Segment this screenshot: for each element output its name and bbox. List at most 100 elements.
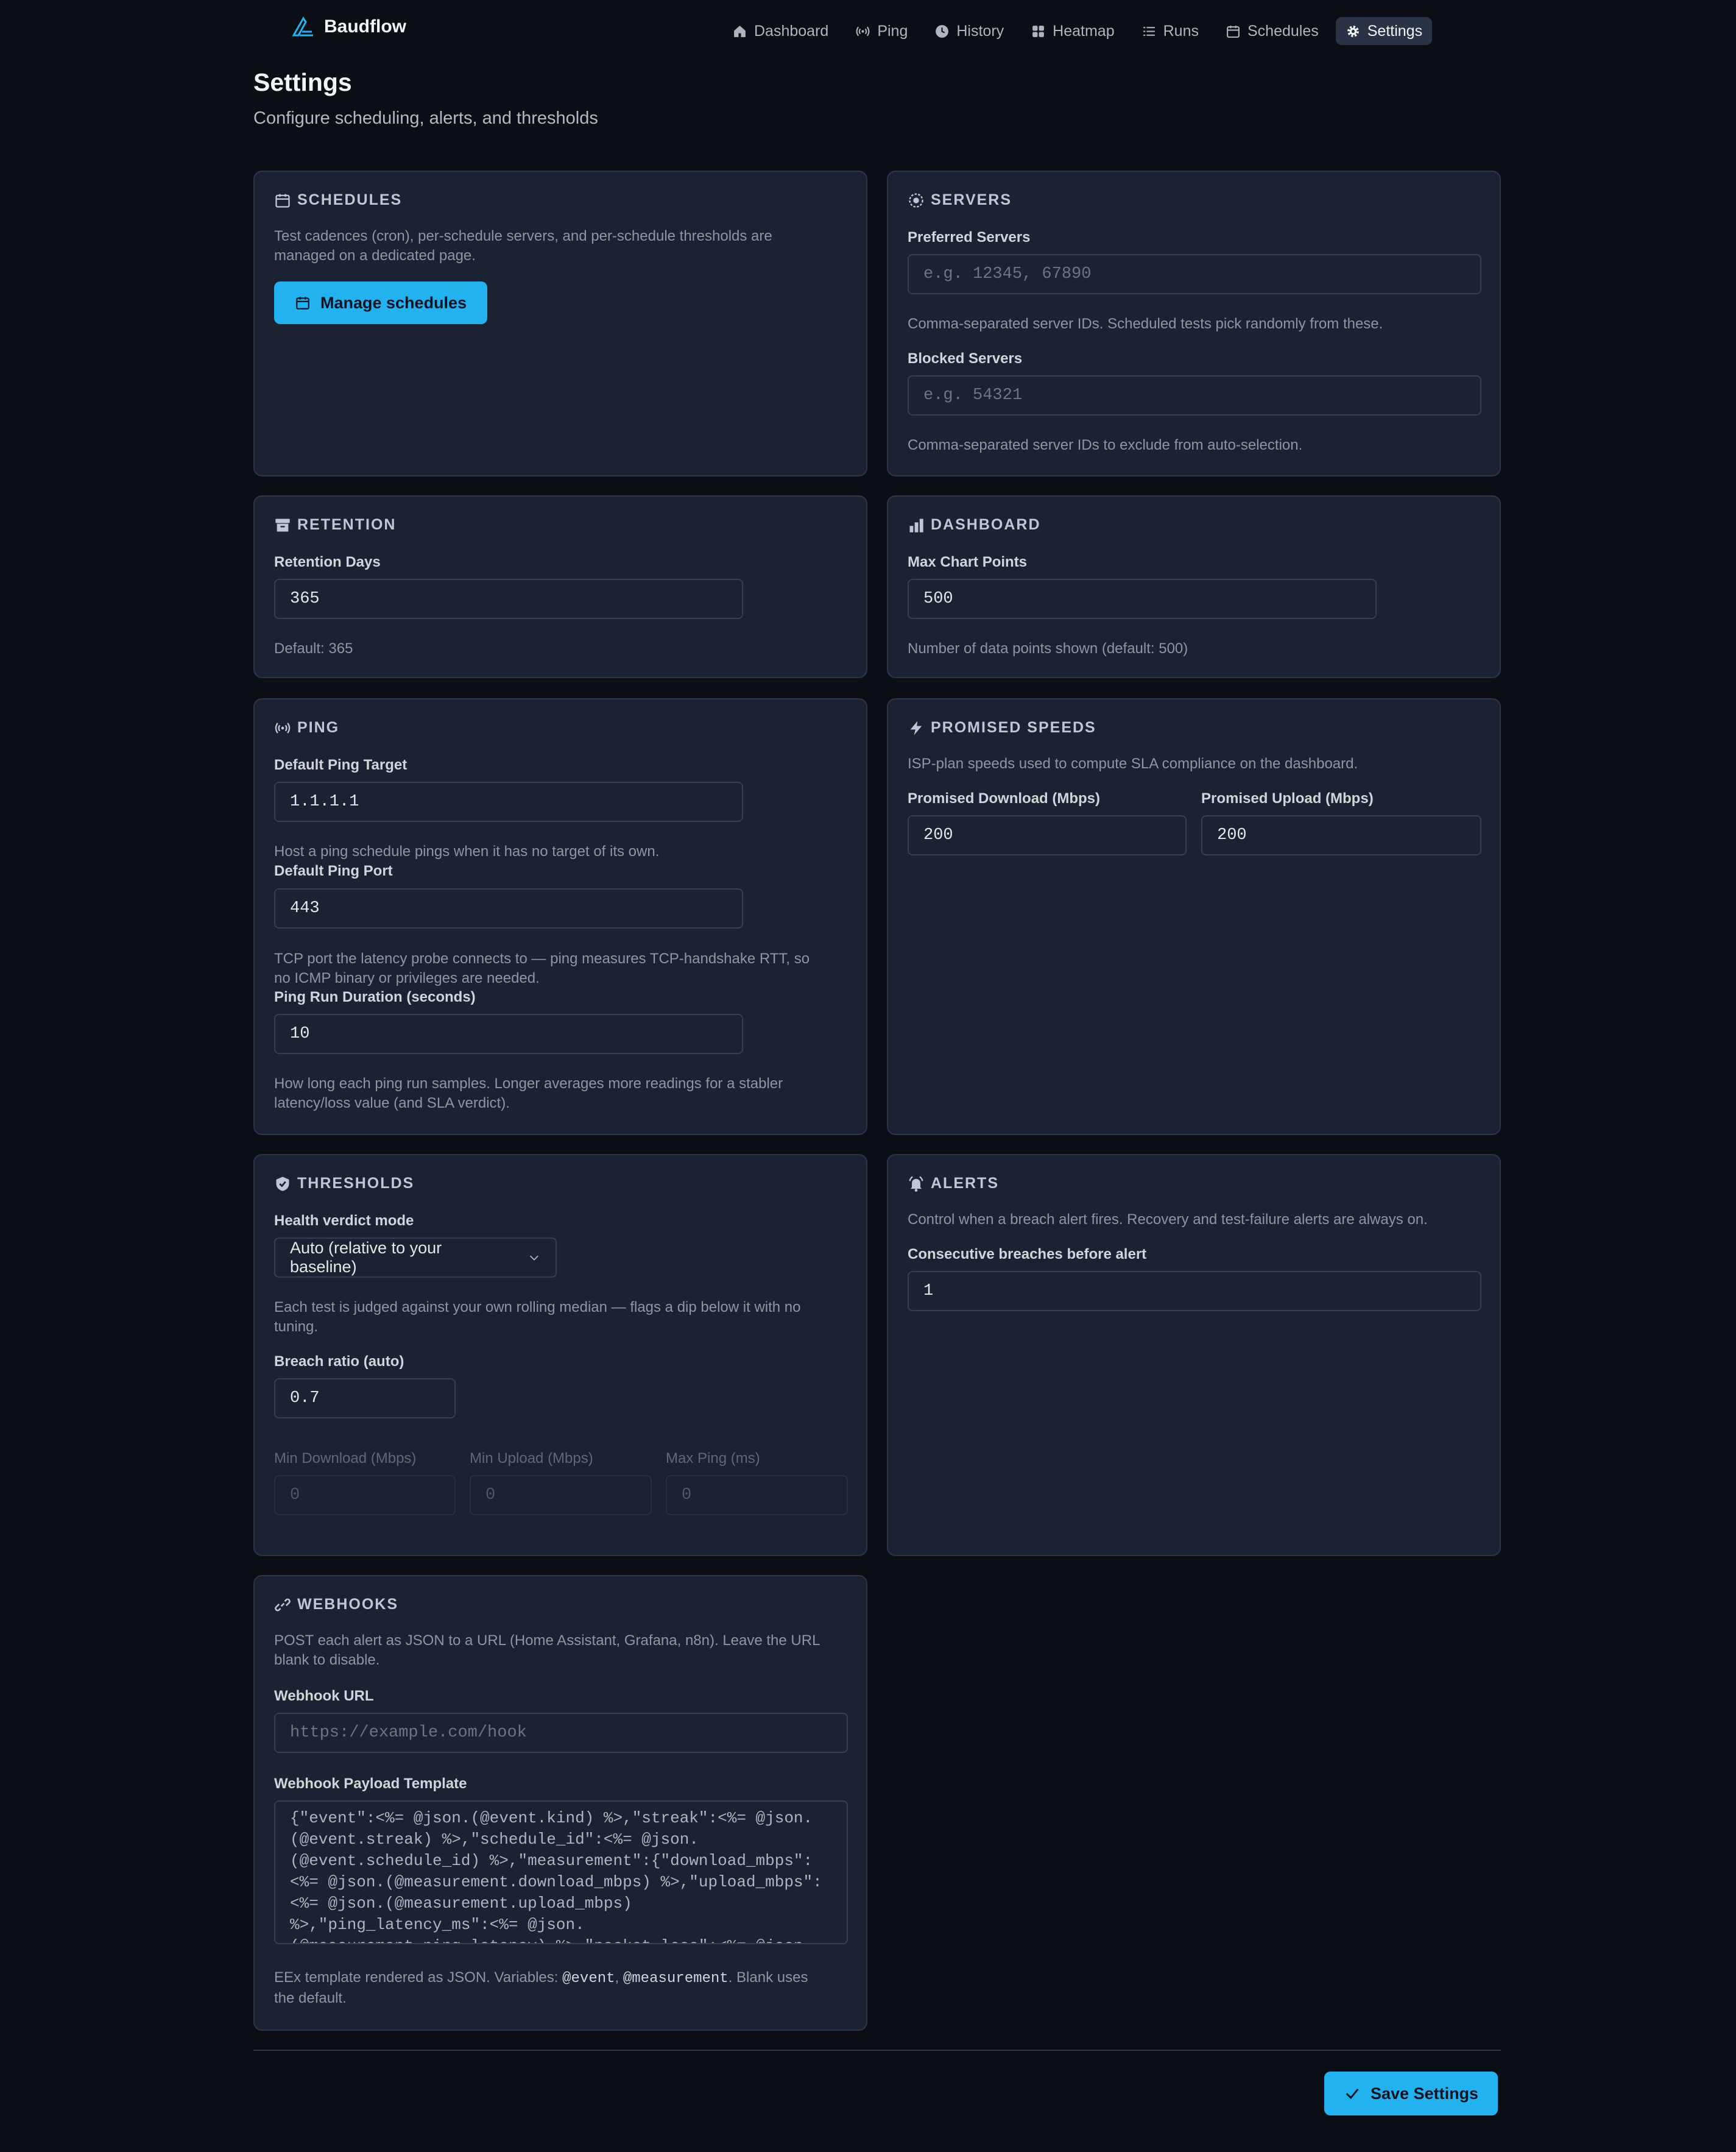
gear-icon [1347, 25, 1359, 37]
nav-item-ping[interactable]: Ping [845, 17, 917, 45]
thresholds-card: THRESHOLDS Health verdict mode Auto (rel… [253, 1154, 867, 1556]
bolt-icon [910, 720, 922, 735]
logo-icon [292, 16, 313, 37]
nav-label: Settings [1367, 22, 1423, 40]
min-upload-input[interactable]: 0 [470, 1475, 652, 1515]
dashboard-card: DASHBOARD Max Chart Points 500 Number of… [887, 495, 1501, 678]
preferred-servers-label: Preferred Servers [908, 229, 1031, 246]
button-label: Save Settings [1371, 2084, 1479, 2103]
nav-label: Dashboard [754, 22, 829, 40]
breach-ratio-input[interactable]: 0.7 [274, 1378, 456, 1418]
app-name: Baudflow [324, 16, 406, 37]
ping-duration-label: Ping Run Duration (seconds) [274, 989, 476, 1005]
nav-label: Runs [1163, 22, 1199, 40]
card-title-text: RETENTION [297, 516, 397, 533]
card-title: SCHEDULES [274, 191, 402, 209]
ping-target-hint: Host a ping schedule pings when it has n… [274, 843, 660, 860]
card-title: RETENTION [274, 516, 396, 534]
card-title-text: DASHBOARD [931, 516, 1041, 533]
nav-item-settings[interactable]: Settings [1335, 17, 1433, 45]
max-chart-points-input[interactable]: 500 [908, 579, 1377, 619]
app-logo[interactable]: Baudflow [291, 16, 406, 38]
link-icon [275, 1598, 291, 1611]
retention-card: RETENTION Retention Days 365 Default: 36… [253, 495, 867, 678]
nav-item-schedules[interactable]: Schedules [1216, 17, 1328, 45]
preferred-servers-hint: Comma-separated server IDs. Scheduled te… [908, 316, 1383, 332]
webhook-url-label: Webhook URL [274, 1688, 374, 1704]
list-icon [1143, 26, 1155, 36]
consecutive-breaches-input[interactable]: 1 [908, 1271, 1481, 1311]
check-icon [1346, 2089, 1359, 2100]
preferred-servers-input[interactable]: e.g. 12345, 67890 [908, 254, 1481, 294]
max-chart-points-label: Max Chart Points [908, 554, 1028, 570]
min-upload-label: Min Upload (Mbps) [470, 1450, 593, 1467]
max-ping-label: Max Ping (ms) [666, 1450, 760, 1467]
card-title-text: ALERTS [931, 1175, 999, 1192]
card-title-text: PING [297, 719, 340, 736]
min-download-input[interactable]: 0 [274, 1475, 456, 1515]
blocked-servers-input[interactable]: e.g. 54321 [908, 375, 1481, 416]
nav-menu: Dashboard Ping History Heatmap Runs Sche… [722, 17, 1433, 45]
nav-item-heatmap[interactable]: Heatmap [1021, 17, 1124, 45]
nav-label: Heatmap [1053, 22, 1115, 40]
ping-port-input[interactable]: 443 [274, 888, 743, 929]
card-title: THRESHOLDS [274, 1175, 414, 1192]
manage-schedules-button[interactable]: Manage schedules [274, 281, 488, 324]
card-title-text: WEBHOOKS [297, 1596, 398, 1613]
verdict-mode-label: Health verdict mode [274, 1212, 414, 1229]
breach-ratio-label: Breach ratio (auto) [274, 1353, 404, 1370]
card-title: SERVERS [908, 191, 1012, 209]
nav-item-dashboard[interactable]: Dashboard [722, 17, 838, 45]
page-subtitle: Configure scheduling, alerts, and thresh… [253, 108, 598, 128]
save-settings-button[interactable]: Save Settings [1324, 2072, 1498, 2115]
calendar-icon [1227, 25, 1240, 38]
alerts-desc: Control when a breach alert fires. Recov… [908, 1211, 1428, 1228]
webhooks-desc: POST each alert as JSON to a URL (Home A… [274, 1632, 820, 1668]
ping-port-label: Default Ping Port [274, 863, 393, 879]
calendar-icon [275, 194, 290, 208]
webhook-url-input[interactable]: https://example.com/hook [274, 1713, 848, 1753]
page-title: Settings [253, 68, 352, 96]
ping-duration-input[interactable]: 10 [274, 1014, 743, 1054]
min-download-label: Min Download (Mbps) [274, 1450, 417, 1467]
card-title-text: SERVERS [931, 191, 1012, 208]
promised-download-input[interactable]: 200 [908, 815, 1187, 855]
grid-icon [1032, 25, 1045, 37]
servers-card: SERVERS Preferred Servers e.g. 12345, 67… [887, 171, 1501, 476]
bell-icon [909, 1175, 923, 1192]
webhook-template-hint: EEx template rendered as JSON. Variables… [274, 1969, 808, 2006]
retention-days-label: Retention Days [274, 554, 381, 570]
schedules-desc: Test cadences (cron), per-schedule serve… [274, 228, 772, 264]
nav-label: Schedules [1247, 22, 1319, 40]
nav-label: History [956, 22, 1004, 40]
promised-speeds-desc: ISP-plan speeds used to compute SLA comp… [908, 756, 1358, 772]
promised-upload-input[interactable]: 200 [1201, 815, 1481, 855]
ping-port-hint: TCP port the latency probe connects to —… [274, 950, 810, 986]
server-icon [909, 193, 923, 208]
retention-days-input[interactable]: 365 [274, 579, 743, 619]
home-icon [734, 25, 746, 37]
card-title-text: PROMISED SPEEDS [931, 719, 1096, 736]
verdict-mode-select[interactable]: Auto (relative to your baseline) [274, 1237, 557, 1278]
card-title: DASHBOARD [908, 516, 1041, 534]
card-title: ALERTS [908, 1175, 999, 1192]
button-label: Manage schedules [320, 293, 467, 312]
footer-divider [253, 2050, 1501, 2051]
signal-icon [856, 26, 870, 36]
top-nav: Baudflow Dashboard Ping History Heatmap … [0, 0, 1736, 61]
ping-target-input[interactable]: 1.1.1.1 [274, 782, 743, 822]
blocked-servers-label: Blocked Servers [908, 350, 1023, 367]
clock-icon [936, 24, 949, 38]
webhooks-card: WEBHOOKS POST each alert as JSON to a UR… [253, 1575, 867, 2031]
chevron-down-icon [530, 1255, 539, 1261]
promised-speeds-card: PROMISED SPEEDS ISP-plan speeds used to … [887, 698, 1501, 1135]
nav-item-runs[interactable]: Runs [1132, 17, 1208, 45]
select-value: Auto (relative to your baseline) [290, 1239, 442, 1276]
promised-upload-label: Promised Upload (Mbps) [1201, 790, 1374, 807]
webhook-template-textarea[interactable]: {"event":<%= @json.(@event.kind) %>,"str… [274, 1800, 848, 1944]
webhook-template-label: Webhook Payload Template [274, 1775, 467, 1792]
nav-item-history[interactable]: History [925, 17, 1014, 45]
retention-days-hint: Default: 365 [274, 640, 353, 657]
max-ping-input[interactable]: 0 [666, 1475, 848, 1515]
ping-card: PING Default Ping Target 1.1.1.1 Host a … [253, 698, 867, 1135]
